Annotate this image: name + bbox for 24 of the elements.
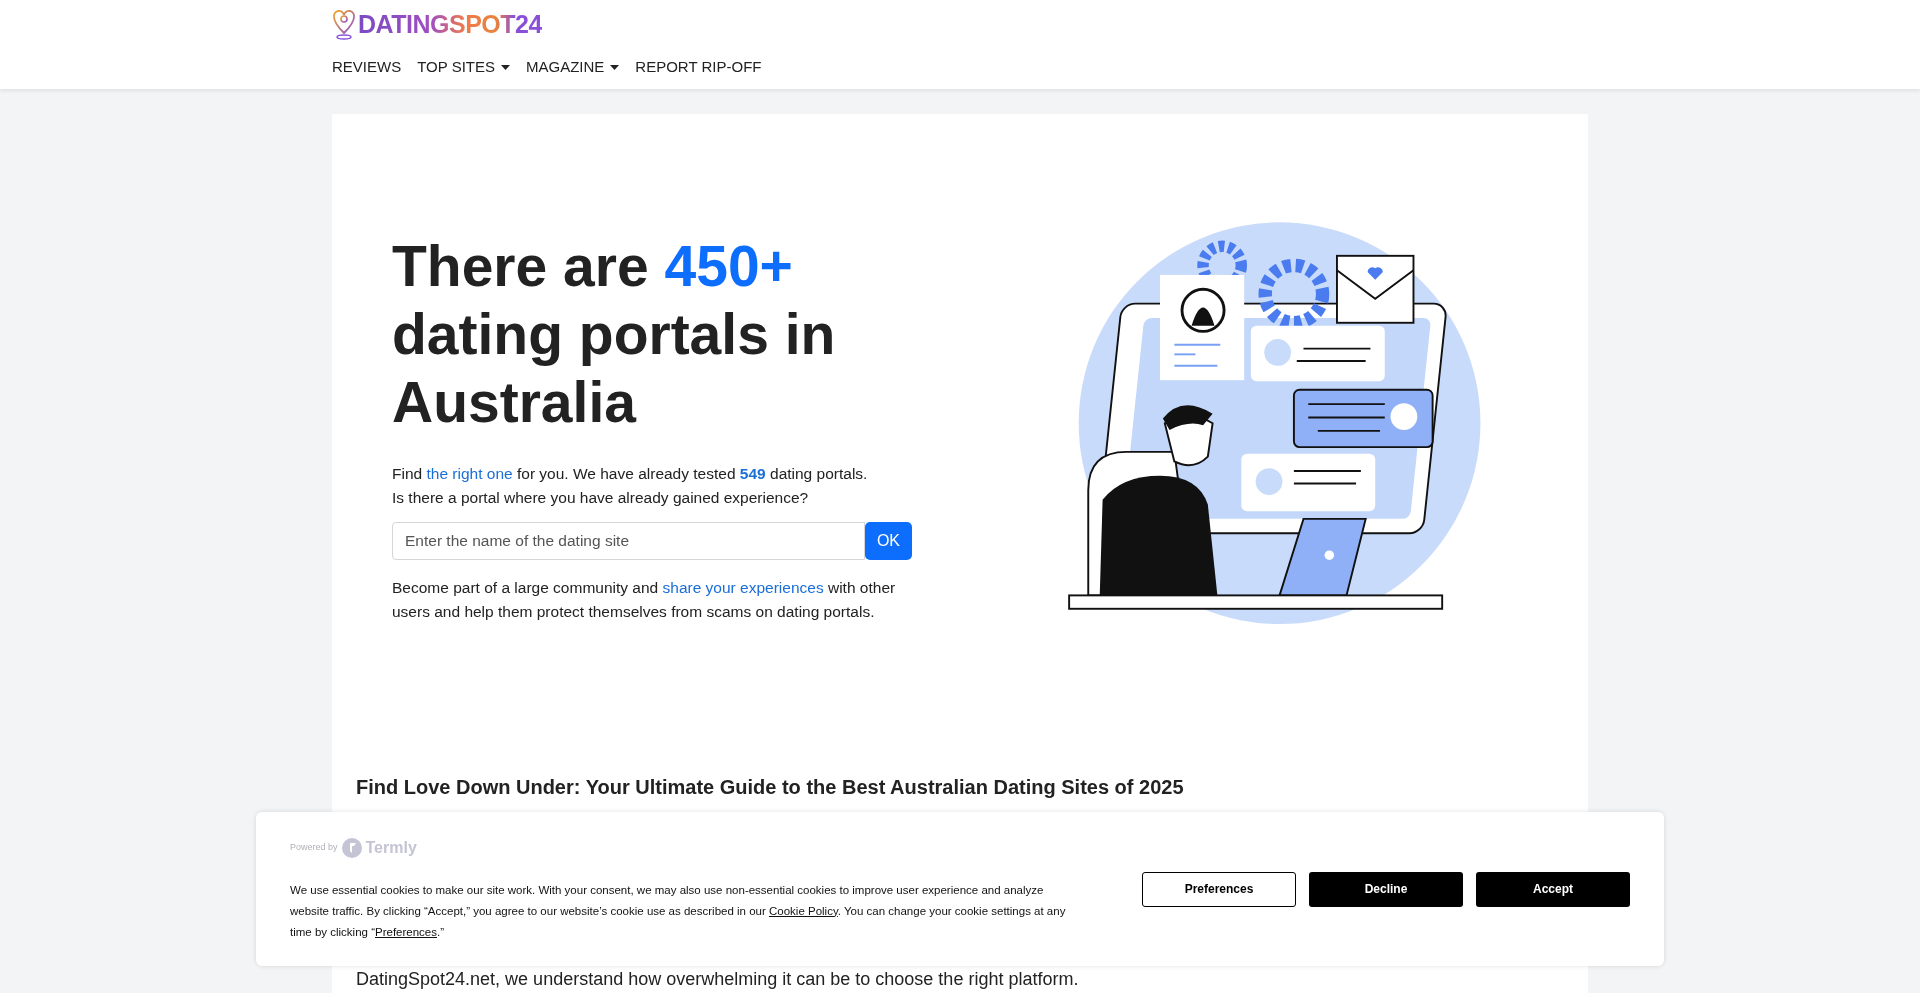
section-heading: Find Love Down Under: Your Ultimate Guide to the Best Australian Dating Sites of 2025 [356, 775, 1185, 800]
termly-brand: Termly [365, 837, 417, 858]
section-text: DatingSpot24.net, we understand how overwhelming it can be to choose the right platform. [356, 970, 1080, 988]
heart-pin-icon [332, 9, 356, 41]
nav-link[interactable]: MAGAZINE [526, 56, 620, 79]
cookie-button[interactable]: Preferences [1142, 871, 1296, 907]
search-field[interactable]: Enter the name of the dating site [392, 522, 865, 560]
text-link[interactable]: share your experiences [662, 579, 824, 596]
community-text: Become part of a large community and share your experiences with other users and help them protect themselves from scams on dating portals. [392, 578, 897, 622]
ok-button[interactable]: OK [864, 522, 912, 560]
cookie-button[interactable]: Accept [1476, 871, 1630, 907]
text-link[interactable]: Preferences [375, 925, 437, 938]
cookie-button[interactable]: Decline [1309, 871, 1463, 907]
text-link[interactable]: Cookie Policy [769, 904, 838, 917]
nav-link[interactable]: TOP SITES [417, 56, 510, 79]
hero-heading: There are 450+ dating portals in Australia [392, 233, 837, 436]
nav-link[interactable]: REVIEWS [332, 56, 402, 79]
termly-logo-icon [341, 837, 362, 858]
nav-link[interactable]: REPORT RIP-OFF [635, 56, 762, 79]
intro-text: Find the right one for you. We have already tested 549 dating portals. [392, 464, 869, 484]
text-link[interactable]: the right one [426, 465, 513, 482]
question-text: Is there a portal where you have already gained experience? [392, 488, 810, 508]
powered-by-label: Powered by [290, 840, 338, 854]
cookie-text: We use essential cookies to make our site work. With your consent, we may also use non-essential cookies to improve user experience and analyze website traffic. By clicking “Accept,” you agree to our website’s cookie use as described in our Cookie Policy. You can change your cookie settings at any time by clicking “Preferences.” [290, 882, 1067, 940]
